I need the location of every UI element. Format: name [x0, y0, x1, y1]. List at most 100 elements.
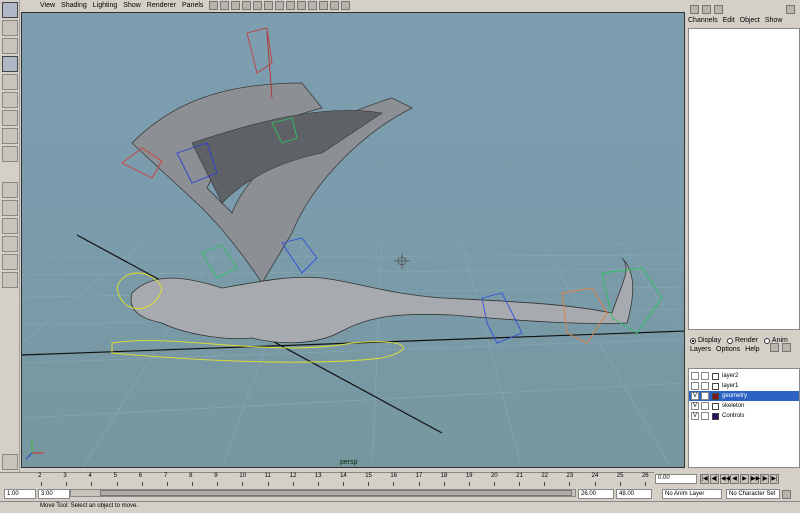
layer-color-swatch[interactable]	[712, 382, 719, 390]
anim-layer-select[interactable]: No Anim Layer	[662, 489, 722, 499]
isolate-select-icon[interactable]	[341, 1, 351, 10]
persp-outliner-layout-icon[interactable]	[2, 218, 18, 234]
animation-end-field[interactable]: 48.00	[616, 489, 652, 499]
grid-toggle-icon[interactable]	[242, 1, 252, 10]
tool-settings-icon[interactable]	[714, 5, 723, 14]
shadows-icon[interactable]	[319, 1, 329, 10]
layer-visibility[interactable]: V	[691, 412, 699, 420]
time-slider[interactable]: 2 3 4 5 6 7 8 9 10 11 12 13 14 15 16 17 18 19 20 21 22 23 24 25…	[0, 472, 654, 486]
layer-color-swatch[interactable]	[712, 402, 719, 410]
attribute-editor-icon[interactable]	[702, 5, 711, 14]
select-tool-icon[interactable]	[2, 2, 18, 18]
channel-box-icon[interactable]	[690, 5, 699, 14]
menu-edit[interactable]: Edit	[723, 17, 735, 27]
film-gate-icon[interactable]	[253, 1, 263, 10]
rotate-tool-icon[interactable]	[2, 74, 18, 90]
custom-layout-icon[interactable]	[2, 272, 18, 288]
menu-options[interactable]: Options	[716, 346, 740, 355]
layer-visibility[interactable]: V	[691, 392, 699, 400]
time-tick-label: 11	[264, 473, 271, 479]
playback-start-field[interactable]: 3:00	[38, 489, 70, 499]
layer-playback[interactable]	[701, 382, 709, 390]
dragon-body[interactable]	[130, 257, 634, 344]
mode-render[interactable]: Render	[726, 336, 758, 345]
layer-row[interactable]: layer2	[689, 371, 799, 381]
step-back-icon[interactable]: ◀|	[710, 474, 719, 484]
scale-tool-icon[interactable]	[2, 92, 18, 108]
viewport-scene	[22, 27, 684, 467]
layer-playback[interactable]	[701, 372, 709, 380]
move-tool-icon[interactable]	[2, 56, 18, 72]
layer-playback[interactable]	[701, 412, 709, 420]
transform-manipulator[interactable]	[394, 253, 410, 269]
soft-mod-tool-icon[interactable]	[2, 128, 18, 144]
channel-box-menu: Channels Edit Object Show	[688, 17, 800, 27]
menu-show[interactable]: Show	[765, 17, 783, 27]
four-view-layout-icon[interactable]	[2, 200, 18, 216]
time-tick	[343, 482, 345, 486]
time-tick	[393, 482, 395, 486]
single-perspective-layout-icon[interactable]	[2, 182, 18, 198]
lasso-tool-icon[interactable]	[2, 20, 18, 36]
layer-visibility[interactable]	[691, 382, 699, 390]
channel-box-area[interactable]	[688, 28, 800, 330]
layer-color-swatch[interactable]	[712, 412, 719, 420]
go-to-end-icon[interactable]: ▶|	[770, 474, 779, 484]
image-plane-icon[interactable]	[231, 1, 241, 10]
bookmark-icon[interactable]	[220, 1, 230, 10]
time-tick	[594, 482, 596, 486]
toolbox	[0, 0, 20, 472]
persp-graph-layout-icon[interactable]	[2, 236, 18, 252]
go-to-start-icon[interactable]: |◀	[700, 474, 709, 484]
animation-start-field[interactable]: 1.00	[4, 489, 36, 499]
last-tool-icon[interactable]	[2, 146, 18, 162]
play-forwards-icon[interactable]: ▶	[740, 474, 749, 484]
layer-color-swatch[interactable]	[712, 372, 719, 380]
render-view-icon[interactable]	[2, 454, 18, 470]
menu-shading[interactable]: Shading	[61, 2, 87, 9]
time-tick-label: 21	[516, 473, 523, 479]
layer-playback[interactable]	[701, 392, 709, 400]
lights-icon[interactable]	[308, 1, 318, 10]
auto-key-icon[interactable]	[782, 490, 791, 499]
new-layer-icon[interactable]	[770, 343, 779, 352]
menu-view[interactable]: View	[40, 2, 55, 9]
menu-lighting[interactable]: Lighting	[93, 2, 118, 9]
xray-icon[interactable]	[330, 1, 340, 10]
play-backwards-icon[interactable]: ◀	[730, 474, 739, 484]
smooth-shade-icon[interactable]	[286, 1, 296, 10]
layer-color-swatch[interactable]	[712, 392, 719, 400]
hypershade-layout-icon[interactable]	[2, 254, 18, 270]
layer-row[interactable]: layer1	[689, 381, 799, 391]
playback-end-field[interactable]: 26.00	[578, 489, 614, 499]
step-forward-key-icon[interactable]: ▶▶	[750, 474, 760, 484]
menu-channels[interactable]: Channels	[688, 17, 718, 27]
menu-help[interactable]: Help	[745, 346, 759, 355]
menu-panels[interactable]: Panels	[182, 2, 203, 9]
layer-row[interactable]: V Controls	[689, 411, 799, 421]
layer-row[interactable]: V skeleton	[689, 401, 799, 411]
layer-playback[interactable]	[701, 402, 709, 410]
textured-icon[interactable]	[297, 1, 307, 10]
perspective-viewport[interactable]: persp	[21, 12, 685, 468]
current-time-field[interactable]: 0.00	[655, 474, 697, 484]
resolution-gate-icon[interactable]	[264, 1, 274, 10]
layer-row[interactable]: V geometry	[689, 391, 799, 401]
wireframe-icon[interactable]	[275, 1, 285, 10]
menu-object[interactable]: Object	[740, 17, 760, 27]
new-layer-selected-icon[interactable]	[782, 343, 791, 352]
manipulator-tool-icon[interactable]	[2, 110, 18, 126]
paint-select-tool-icon[interactable]	[2, 38, 18, 54]
step-forward-icon[interactable]: |▶	[760, 474, 769, 484]
mode-display[interactable]: Display	[690, 336, 721, 345]
camera-attributes-icon[interactable]	[209, 1, 219, 10]
layout-toggle-icon[interactable]	[786, 5, 795, 14]
character-set-select[interactable]: No Character Set	[726, 489, 780, 499]
layer-visibility[interactable]: V	[691, 402, 699, 410]
menu-layers[interactable]: Layers	[690, 346, 711, 355]
step-back-key-icon[interactable]: ◀◀	[720, 474, 730, 484]
menu-show[interactable]: Show	[123, 2, 141, 9]
menu-renderer[interactable]: Renderer	[147, 2, 176, 9]
layer-visibility[interactable]	[691, 372, 699, 380]
range-slider-handle[interactable]	[100, 490, 572, 496]
